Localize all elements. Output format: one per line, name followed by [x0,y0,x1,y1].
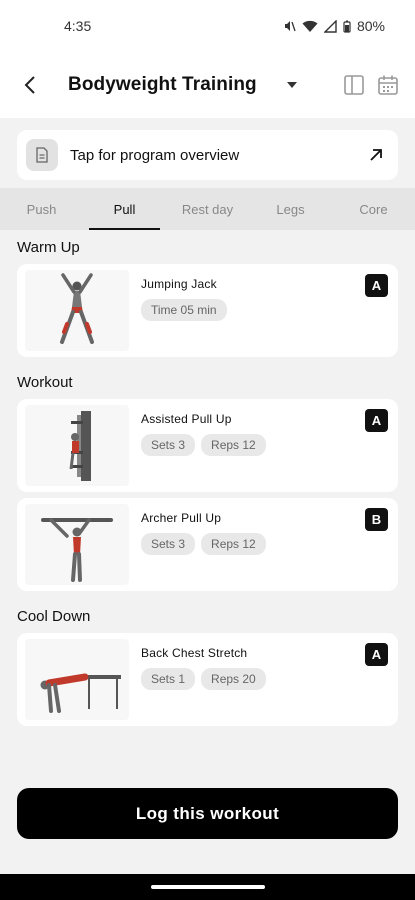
status-time: 4:35 [64,18,92,34]
jumping-jack-figure-icon [60,272,94,344]
sets-chip: Sets 3 [141,434,196,456]
home-gesture-handle[interactable] [150,885,265,889]
exercise-chips: Sets 3 Reps 12 [141,434,266,456]
exercise-chips: Time 05 min [141,299,227,321]
section-title-cooldown: Cool Down [17,607,91,625]
calendar-icon[interactable] [377,74,399,96]
program-overview-button[interactable]: Tap for program overview [17,130,398,180]
header-actions [343,74,399,96]
status-icons: 80% [282,18,385,34]
sets-chip: Sets 3 [141,533,196,555]
status-bar: 4:35 80% [0,0,415,52]
exercise-name: Archer Pull Up [141,511,222,525]
variant-badge[interactable]: A [365,409,388,432]
assisted-pull-up-figure-icon [69,410,91,481]
signal-icon [323,19,337,33]
tab-pull[interactable]: Pull [83,188,166,230]
document-icon [26,139,58,171]
exercise-chips: Sets 1 Reps 20 [141,668,266,690]
card-body: Jumping Jack Time 05 min [141,270,227,351]
system-nav-bar [0,874,415,900]
page-title[interactable]: Bodyweight Training [68,74,257,96]
exercise-thumbnail [25,504,129,585]
sets-chip: Sets 1 [141,668,196,690]
exercise-card[interactable]: Archer Pull Up Sets 3 Reps 12 B [17,498,398,591]
exercise-card[interactable]: Assisted Pull Up Sets 3 Reps 12 A [17,399,398,492]
exercise-thumbnail [25,270,129,351]
variant-badge[interactable]: A [365,643,388,666]
time-chip: Time 05 min [141,299,227,321]
reps-chip: Reps 12 [201,434,266,456]
variant-badge[interactable]: B [365,508,388,531]
exercise-card[interactable]: Back Chest Stretch Sets 1 Reps 20 A [17,633,398,726]
tab-push[interactable]: Push [0,188,83,230]
card-body: Back Chest Stretch Sets 1 Reps 20 [141,639,266,720]
tab-legs[interactable]: Legs [249,188,332,230]
exercise-card[interactable]: Jumping Jack Time 05 min A [17,264,398,357]
app-header: Bodyweight Training [0,52,415,118]
back-chest-stretch-figure-icon [40,673,121,713]
overview-label: Tap for program overview [70,146,240,164]
reps-chip: Reps 12 [201,533,266,555]
exercise-name: Back Chest Stretch [141,646,248,660]
battery-icon [343,20,351,33]
overview-wrapper: Tap for program overview [0,118,415,188]
battery-percent: 80% [356,18,385,34]
back-arrow-icon [24,76,35,94]
tab-core[interactable]: Core [332,188,415,230]
wifi-icon [302,20,318,32]
section-title-workout: Workout [17,373,73,391]
back-button[interactable] [16,71,44,99]
tab-rest-day[interactable]: Rest day [166,188,249,230]
arrow-up-right-icon [370,149,382,161]
exercise-thumbnail [25,639,129,720]
card-body: Archer Pull Up Sets 3 Reps 12 [141,504,266,585]
exercise-chips: Sets 3 Reps 12 [141,533,266,555]
variant-badge[interactable]: A [365,274,388,297]
card-body: Assisted Pull Up Sets 3 Reps 12 [141,405,266,486]
archer-pull-up-figure-icon [41,517,113,582]
notes-icon[interactable] [343,74,365,96]
mute-icon [284,21,296,32]
exercise-name: Assisted Pull Up [141,412,232,426]
section-title-warmup: Warm Up [17,238,80,256]
exercise-thumbnail [25,405,129,486]
dropdown-caret-icon[interactable] [286,82,297,88]
reps-chip: Reps 20 [201,668,266,690]
day-tabs: Push Pull Rest day Legs Core [0,188,415,230]
exercise-name: Jumping Jack [141,277,217,291]
log-workout-button[interactable]: Log this workout [17,788,398,839]
